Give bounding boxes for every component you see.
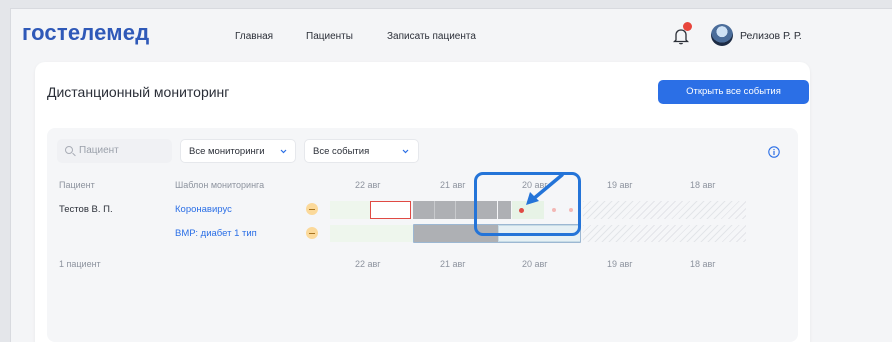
- info-icon[interactable]: [768, 146, 780, 158]
- col-header-patient: Пациент: [59, 180, 95, 190]
- search-icon: [65, 146, 73, 154]
- events-select-label: Все события: [313, 146, 370, 157]
- col-header-template: Шаблон мониторинга: [175, 180, 265, 190]
- template-link-diabetes[interactable]: ВМР: диабет 1 тип: [175, 228, 257, 239]
- page-title: Дистанционный мониторинг: [47, 84, 230, 100]
- chevron-down-icon: [280, 149, 287, 154]
- logo[interactable]: гостелемед: [22, 20, 149, 46]
- date-footer: 21 авг: [440, 259, 466, 269]
- template-link-covid[interactable]: Коронавирус: [175, 204, 232, 215]
- collapse-minus-icon[interactable]: [306, 227, 318, 239]
- timeline-future-hatch: [583, 225, 746, 242]
- date-header: 19 авг: [607, 180, 633, 190]
- nav-patients[interactable]: Пациенты: [306, 31, 353, 42]
- date-footer: 22 авг: [355, 259, 381, 269]
- date-footer: 18 авг: [690, 259, 716, 269]
- timeline-divider: [455, 201, 456, 219]
- timeline-cell[interactable]: [330, 201, 370, 219]
- patient-count: 1 пациент: [59, 259, 101, 269]
- notification-badge: [683, 22, 692, 31]
- monitoring-select-label: Все мониторинги: [189, 146, 265, 157]
- arrow-annotation-icon: [526, 173, 564, 205]
- open-all-events-button[interactable]: Открыть все события: [658, 80, 809, 104]
- date-header: 22 авг: [355, 180, 381, 190]
- timeline-future-hatch: [583, 201, 746, 219]
- patient-name[interactable]: Тестов В. П.: [59, 204, 113, 215]
- date-header: 18 авг: [690, 180, 716, 190]
- nav-schedule-patient[interactable]: Записать пациента: [387, 31, 476, 42]
- nav-main[interactable]: Главная: [235, 31, 273, 42]
- search-placeholder: Пациент: [79, 145, 119, 156]
- user-name[interactable]: Релизов Р. Р.: [740, 30, 802, 42]
- timeline-cell[interactable]: [330, 225, 413, 242]
- date-footer: 20 авг: [522, 259, 548, 269]
- timeline-cell-selected[interactable]: [370, 201, 411, 219]
- date-header: 21 авг: [440, 180, 466, 190]
- avatar[interactable]: [711, 24, 733, 46]
- date-footer: 19 авг: [607, 259, 633, 269]
- collapse-minus-icon[interactable]: [306, 203, 318, 215]
- timeline-divider: [434, 201, 435, 219]
- chevron-down-icon: [402, 149, 409, 154]
